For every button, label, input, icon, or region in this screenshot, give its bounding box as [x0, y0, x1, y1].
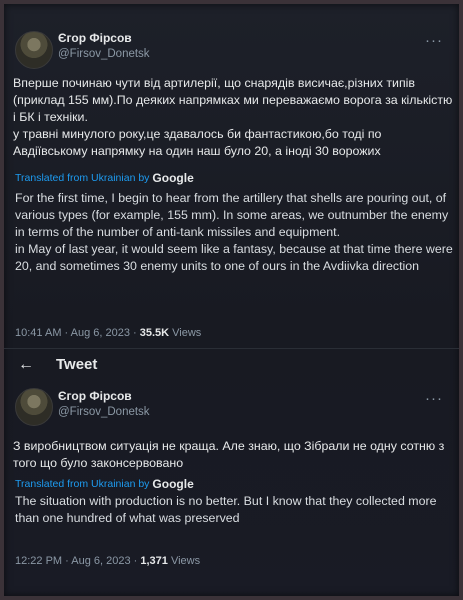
translated-text: For the first time, I begin to hear from…	[15, 191, 453, 273]
author-name[interactable]: Єгор Фірсов	[58, 389, 132, 403]
author-handle[interactable]: @Firsov_Donetsk	[58, 48, 150, 60]
page-title: Tweet	[56, 356, 98, 373]
tweet-2[interactable]: Єгор Фірсов @Firsov_Donetsk ··· З виробн…	[4, 376, 459, 596]
tweet-metadata: 10:41 AM · Aug 6, 2023 · 35.5K Views	[15, 327, 201, 339]
views-label: Views	[169, 327, 202, 339]
views-count: 1,371	[140, 555, 168, 567]
author-handle[interactable]: @Firsov_Donetsk	[58, 406, 150, 418]
translated-from-label: Translated from Ukrainian by	[15, 172, 150, 184]
tweet-text: З виробництвом ситуація не краща. Але зн…	[13, 439, 445, 470]
tweet-text: Вперше починаю чути від артилерії, що сн…	[13, 76, 453, 158]
more-options-icon[interactable]: ···	[425, 32, 443, 49]
google-logo: Google	[152, 477, 194, 491]
translated-text: The situation with production is no bett…	[15, 494, 437, 525]
google-logo: Google	[152, 171, 194, 185]
divider	[4, 348, 459, 349]
avatar[interactable]	[15, 388, 53, 426]
tweet-header: ← Tweet	[4, 356, 459, 378]
tweet-1[interactable]: Єгор Фірсов @Firsov_Donetsk ··· Вперше п…	[4, 4, 459, 352]
more-options-icon[interactable]: ···	[425, 390, 443, 407]
screenshot-frame: Єгор Фірсов @Firsov_Donetsk ··· Вперше п…	[4, 4, 459, 596]
views-label: Views	[167, 555, 201, 567]
timestamp[interactable]: 10:41 AM · Aug 6, 2023 ·	[15, 327, 140, 339]
translation-attribution: Translated from Ukrainian by Google	[15, 171, 194, 185]
translated-from-label: Translated from Ukrainian by	[15, 478, 150, 490]
back-arrow-icon[interactable]: ←	[18, 356, 34, 374]
author-name[interactable]: Єгор Фірсов	[58, 31, 132, 45]
views-count: 35.5K	[139, 327, 170, 339]
translation-attribution: Translated from Ukrainian by Google	[15, 477, 194, 491]
timestamp[interactable]: 12:22 PM · Aug 6, 2023 ·	[15, 555, 140, 567]
tweet-metadata: 12:22 PM · Aug 6, 2023 · 1,371 Views	[15, 555, 200, 567]
avatar[interactable]	[15, 31, 53, 69]
